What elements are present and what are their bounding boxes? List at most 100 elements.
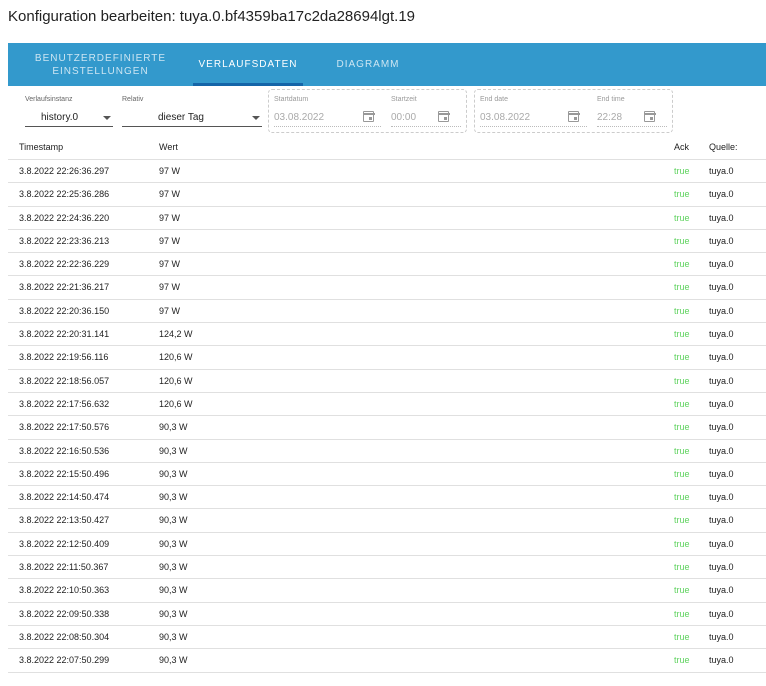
row-value: 90,3 W [159, 585, 188, 596]
header-ack[interactable]: Ack [674, 142, 689, 152]
row-ack: true [674, 608, 690, 619]
row-value: 97 W [159, 282, 181, 293]
clock-icon[interactable] [643, 111, 656, 122]
table-row[interactable]: 3.8.2022 22:17:56.632 120,6 W true tuya.0 [8, 393, 766, 417]
row-value: 90,3 W [159, 538, 188, 549]
row-value: 124,2 W [159, 329, 193, 340]
header-value[interactable]: Wert [159, 142, 178, 152]
row-ack: true [674, 352, 690, 363]
table-row[interactable]: 3.8.2022 22:24:36.220 97 W true tuya.0 [8, 207, 766, 230]
end-time-value: 22:28 [597, 112, 623, 123]
row-timestamp: 3.8.2022 22:18:56.057 [19, 375, 110, 386]
table-row[interactable]: 3.8.2022 22:23:36.213 97 W true tuya.0 [8, 230, 766, 254]
row-value: 90,3 W [159, 492, 188, 503]
table-row[interactable]: 3.8.2022 22:20:36.150 97 W true tuya.0 [8, 300, 766, 324]
row-timestamp: 3.8.2022 22:13:50.427 [19, 515, 110, 526]
row-value: 120,6 W [159, 375, 193, 386]
tab-custom-settings[interactable]: BENUTZERDEFINIERTE EINSTELLUNGEN [8, 43, 193, 86]
start-time-value: 00:00 [391, 112, 417, 123]
end-time-field[interactable]: 22:28 [597, 109, 667, 127]
row-value: 90,3 W [159, 468, 188, 479]
tab-chart[interactable]: DIAGRAMM [313, 43, 423, 86]
tab-custom-settings-line1: BENUTZERDEFINIERTE [34, 52, 167, 64]
row-timestamp: 3.8.2022 22:23:36.213 [19, 235, 110, 246]
row-source: tuya.0 [709, 492, 734, 503]
row-timestamp: 3.8.2022 22:15:50.496 [19, 468, 110, 479]
table-row[interactable]: 3.8.2022 22:18:56.057 120,6 W true tuya.0 [8, 370, 766, 393]
table-row[interactable]: 3.8.2022 22:25:36.286 97 W true tuya.0 [8, 183, 766, 207]
row-value: 90,3 W [159, 608, 188, 619]
row-ack: true [674, 305, 690, 316]
row-value: 97 W [159, 166, 181, 176]
row-ack: true [674, 422, 690, 433]
row-ack: true [674, 585, 690, 596]
row-ack: true [674, 189, 690, 200]
row-value: 90,3 W [159, 631, 188, 642]
start-time-label: Startzeit [391, 96, 417, 103]
end-date-value: 03.08.2022 [480, 112, 531, 123]
start-date-value: 03.08.2022 [274, 112, 325, 123]
table-row[interactable]: 3.8.2022 22:20:31.141 124,2 W true tuya.0 [8, 323, 766, 347]
row-source: tuya.0 [709, 422, 734, 433]
row-ack: true [674, 259, 690, 270]
row-source: tuya.0 [709, 585, 734, 596]
dialog-title: Konfiguration bearbeiten: tuya.0.bf4359b… [8, 8, 415, 25]
clock-icon[interactable] [437, 111, 450, 122]
start-time-field[interactable]: 00:00 [391, 109, 461, 127]
chevron-down-icon [103, 116, 111, 120]
table-header: Timestamp Wert Ack Quelle: [8, 137, 766, 160]
table-row[interactable]: 3.8.2022 22:22:36.229 97 W true tuya.0 [8, 253, 766, 277]
row-ack: true [674, 445, 690, 456]
tab-bar: BENUTZERDEFINIERTE EINSTELLUNGEN VERLAUF… [8, 43, 766, 86]
table-row[interactable]: 3.8.2022 22:08:50.304 90,3 W true tuya.0 [8, 626, 766, 650]
table-row[interactable]: 3.8.2022 22:07:50.299 90,3 W true tuya.0 [8, 649, 766, 673]
row-source: tuya.0 [709, 212, 734, 223]
row-ack: true [674, 492, 690, 503]
table-row[interactable]: 3.8.2022 22:13:50.427 90,3 W true tuya.0 [8, 509, 766, 533]
row-value: 90,3 W [159, 515, 188, 526]
row-ack: true [674, 329, 690, 340]
table-row[interactable]: 3.8.2022 22:17:50.576 90,3 W true tuya.0 [8, 416, 766, 440]
row-ack: true [674, 282, 690, 293]
row-source: tuya.0 [709, 375, 734, 386]
table-row[interactable]: 3.8.2022 22:26:36.297 97 W true tuya.0 [8, 160, 766, 184]
calendar-icon[interactable] [567, 111, 580, 122]
active-tab-indicator [193, 83, 303, 86]
row-timestamp: 3.8.2022 22:07:50.299 [19, 655, 110, 666]
table-row[interactable]: 3.8.2022 22:16:50.536 90,3 W true tuya.0 [8, 440, 766, 463]
header-source[interactable]: Quelle: [709, 142, 738, 152]
row-timestamp: 3.8.2022 22:25:36.286 [19, 189, 110, 200]
row-timestamp: 3.8.2022 22:08:50.304 [19, 631, 110, 642]
row-ack: true [674, 166, 690, 176]
row-ack: true [674, 468, 690, 479]
table-row[interactable]: 3.8.2022 22:14:50.474 90,3 W true tuya.0 [8, 486, 766, 510]
instance-select[interactable]: history.0 [25, 109, 113, 127]
end-time-label: End time [597, 96, 625, 103]
row-ack: true [674, 538, 690, 549]
row-ack: true [674, 515, 690, 526]
table-row[interactable]: 3.8.2022 22:15:50.496 90,3 W true tuya.0 [8, 463, 766, 487]
row-timestamp: 3.8.2022 22:21:36.217 [19, 282, 110, 293]
row-value: 120,6 W [159, 398, 193, 409]
row-source: tuya.0 [709, 166, 734, 176]
start-date-label: Startdatum [274, 96, 309, 103]
row-value: 97 W [159, 212, 181, 223]
calendar-icon[interactable] [362, 111, 375, 122]
table-row[interactable]: 3.8.2022 22:09:50.338 90,3 W true tuya.0 [8, 603, 766, 626]
table-row[interactable]: 3.8.2022 22:21:36.217 97 W true tuya.0 [8, 276, 766, 300]
tab-history-data[interactable]: VERLAUFSDATEN [193, 43, 303, 86]
row-ack: true [674, 375, 690, 386]
table-row[interactable]: 3.8.2022 22:12:50.409 90,3 W true tuya.0 [8, 533, 766, 557]
row-source: tuya.0 [709, 631, 734, 642]
header-timestamp[interactable]: Timestamp [19, 142, 63, 152]
row-source: tuya.0 [709, 305, 734, 316]
row-source: tuya.0 [709, 538, 734, 549]
row-value: 97 W [159, 189, 181, 200]
table-row[interactable]: 3.8.2022 22:11:50.367 90,3 W true tuya.0 [8, 556, 766, 580]
table-row[interactable]: 3.8.2022 22:19:56.116 120,6 W true tuya.0 [8, 346, 766, 370]
row-timestamp: 3.8.2022 22:20:31.141 [19, 329, 110, 340]
relative-select[interactable]: dieser Tag [122, 109, 262, 127]
row-source: tuya.0 [709, 445, 734, 456]
table-row[interactable]: 3.8.2022 22:10:50.363 90,3 W true tuya.0 [8, 579, 766, 603]
row-timestamp: 3.8.2022 22:17:56.632 [19, 398, 110, 409]
